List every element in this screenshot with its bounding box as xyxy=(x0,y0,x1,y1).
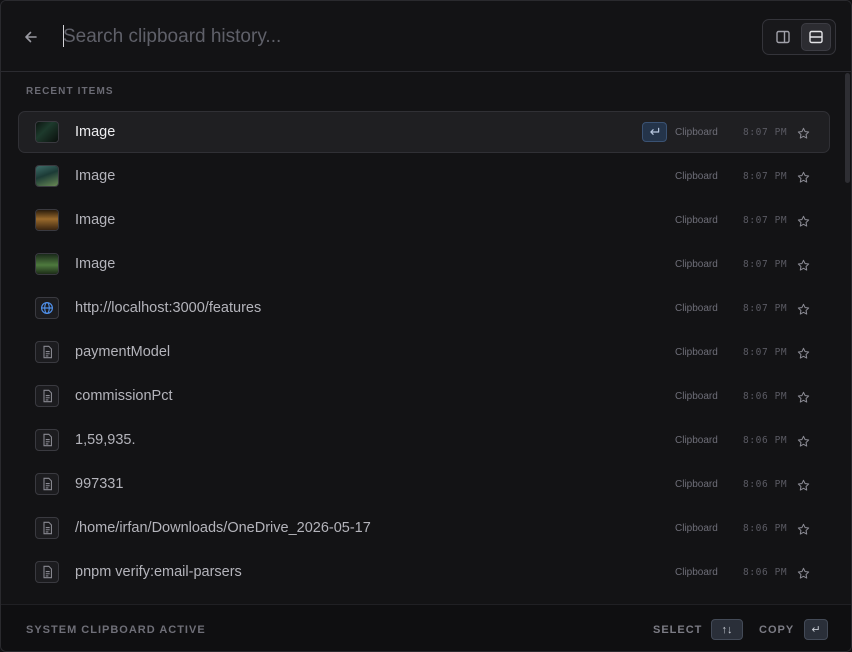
document-icon xyxy=(35,517,59,539)
document-icon xyxy=(35,429,59,451)
view-mode-toggle xyxy=(762,19,836,55)
item-text: Image xyxy=(75,256,116,272)
document-icon xyxy=(35,561,59,583)
item-source: Clipboard xyxy=(675,479,718,490)
image-thumbnail xyxy=(35,253,59,275)
item-source: Clipboard xyxy=(675,127,718,138)
star-icon[interactable] xyxy=(795,433,811,449)
clipboard-item[interactable]: pnpm verify:email-parsers Clipboard 8:06 P… xyxy=(18,551,830,593)
star-icon[interactable] xyxy=(795,389,811,405)
thumbnail-preview xyxy=(36,254,58,274)
select-hint-label: SELECT xyxy=(653,624,703,636)
header xyxy=(1,1,851,72)
item-text: http://localhost:3000/features xyxy=(75,300,262,316)
star-icon[interactable] xyxy=(795,521,811,537)
clipboard-item[interactable]: /home/irfan/Downloads/OneDrive_2026-05-1… xyxy=(18,507,830,549)
image-thumbnail xyxy=(35,121,59,143)
document-icon xyxy=(35,341,59,363)
enter-icon xyxy=(650,127,660,135)
stacked-view-button[interactable] xyxy=(801,23,831,51)
thumbnail-preview xyxy=(36,122,58,142)
thumbnail-preview xyxy=(36,210,58,230)
document-icon xyxy=(35,473,59,495)
item-timestamp: 8:07 PM xyxy=(743,171,788,182)
item-text: commissionPct xyxy=(75,388,173,404)
item-source: Clipboard xyxy=(675,171,718,182)
star-icon[interactable] xyxy=(795,345,811,361)
sidebar-icon xyxy=(776,30,790,44)
star-icon[interactable] xyxy=(795,169,811,185)
clipboard-item[interactable]: Image Clipboard 8:07 PM xyxy=(18,199,830,241)
item-source: Clipboard xyxy=(675,523,718,534)
section-label: RECENT ITEMS xyxy=(26,86,114,97)
copy-key-badge: ↵ xyxy=(804,619,828,640)
item-timestamp: 8:07 PM xyxy=(743,259,788,270)
image-thumbnail xyxy=(35,209,59,231)
back-button[interactable] xyxy=(19,25,43,49)
item-timestamp: 8:07 PM xyxy=(743,303,788,314)
clipboard-item[interactable]: http://localhost:3000/features Clipboard 8… xyxy=(18,287,830,329)
item-timestamp: 8:06 PM xyxy=(743,391,788,402)
item-timestamp: 8:06 PM xyxy=(743,523,788,534)
star-icon[interactable] xyxy=(795,257,811,273)
item-timestamp: 8:06 PM xyxy=(743,435,788,446)
clipboard-status: SYSTEM CLIPBOARD ACTIVE xyxy=(26,624,206,636)
star-icon[interactable] xyxy=(795,565,811,581)
item-timestamp: 8:06 PM xyxy=(743,567,788,578)
globe-icon xyxy=(35,297,59,319)
item-source: Clipboard xyxy=(675,215,718,226)
item-text: Image xyxy=(75,168,116,184)
copy-hint-label: COPY xyxy=(759,624,795,636)
clipboard-list: Image Clipboard 8:07 PM Image Clipboard 8:07 … xyxy=(18,111,830,595)
search-input[interactable] xyxy=(63,23,663,51)
item-source: Clipboard xyxy=(675,391,718,402)
search-box[interactable] xyxy=(63,23,663,51)
enter-key-badge[interactable] xyxy=(642,122,667,142)
item-timestamp: 8:07 PM xyxy=(743,347,788,358)
footer: SYSTEM CLIPBOARD ACTIVE SELECT ↑↓ COPY ↵ xyxy=(1,604,851,651)
split-view-button[interactable] xyxy=(768,23,798,51)
clipboard-item[interactable]: Image Clipboard 8:07 PM xyxy=(18,243,830,285)
clipboard-window: RECENT ITEMS Image Clipboard 8:07 PM Image C… xyxy=(0,0,852,652)
item-timestamp: 8:07 PM xyxy=(743,127,788,138)
item-source: Clipboard xyxy=(675,435,718,446)
select-key-badge: ↑↓ xyxy=(711,619,743,640)
arrow-left-icon xyxy=(25,31,37,43)
star-icon[interactable] xyxy=(795,213,811,229)
item-text: paymentModel xyxy=(75,344,171,360)
star-icon[interactable] xyxy=(795,477,811,493)
clipboard-item[interactable]: 997331 Clipboard 8:06 PM xyxy=(18,463,830,505)
item-timestamp: 8:06 PM xyxy=(743,479,788,490)
rows-icon xyxy=(809,30,823,44)
item-text: Image xyxy=(75,212,116,228)
item-text: 1,59,935. xyxy=(75,432,136,448)
scrollbar-thumb[interactable] xyxy=(845,73,850,183)
clipboard-item[interactable]: 1,59,935. Clipboard 8:06 PM xyxy=(18,419,830,461)
star-icon[interactable] xyxy=(795,301,811,317)
item-text: /home/irfan/Downloads/OneDrive_2026-05-1… xyxy=(75,520,371,536)
item-timestamp: 8:07 PM xyxy=(743,215,788,226)
image-thumbnail xyxy=(35,165,59,187)
item-text: Image xyxy=(75,124,116,140)
thumbnail-preview xyxy=(36,166,58,186)
clipboard-item[interactable]: Image Clipboard 8:07 PM xyxy=(18,111,830,153)
clipboard-item[interactable]: commissionPct Clipboard 8:06 PM xyxy=(18,375,830,417)
star-icon[interactable] xyxy=(795,125,811,141)
item-text: pnpm verify:email-parsers xyxy=(75,564,242,580)
item-source: Clipboard xyxy=(675,303,718,314)
clipboard-item[interactable]: paymentModel Clipboard 8:07 PM xyxy=(18,331,830,373)
document-icon xyxy=(35,385,59,407)
item-source: Clipboard xyxy=(675,259,718,270)
item-source: Clipboard xyxy=(675,347,718,358)
item-text: 997331 xyxy=(75,476,124,492)
clipboard-item[interactable]: Image Clipboard 8:07 PM xyxy=(18,155,830,197)
item-source: Clipboard xyxy=(675,567,718,578)
